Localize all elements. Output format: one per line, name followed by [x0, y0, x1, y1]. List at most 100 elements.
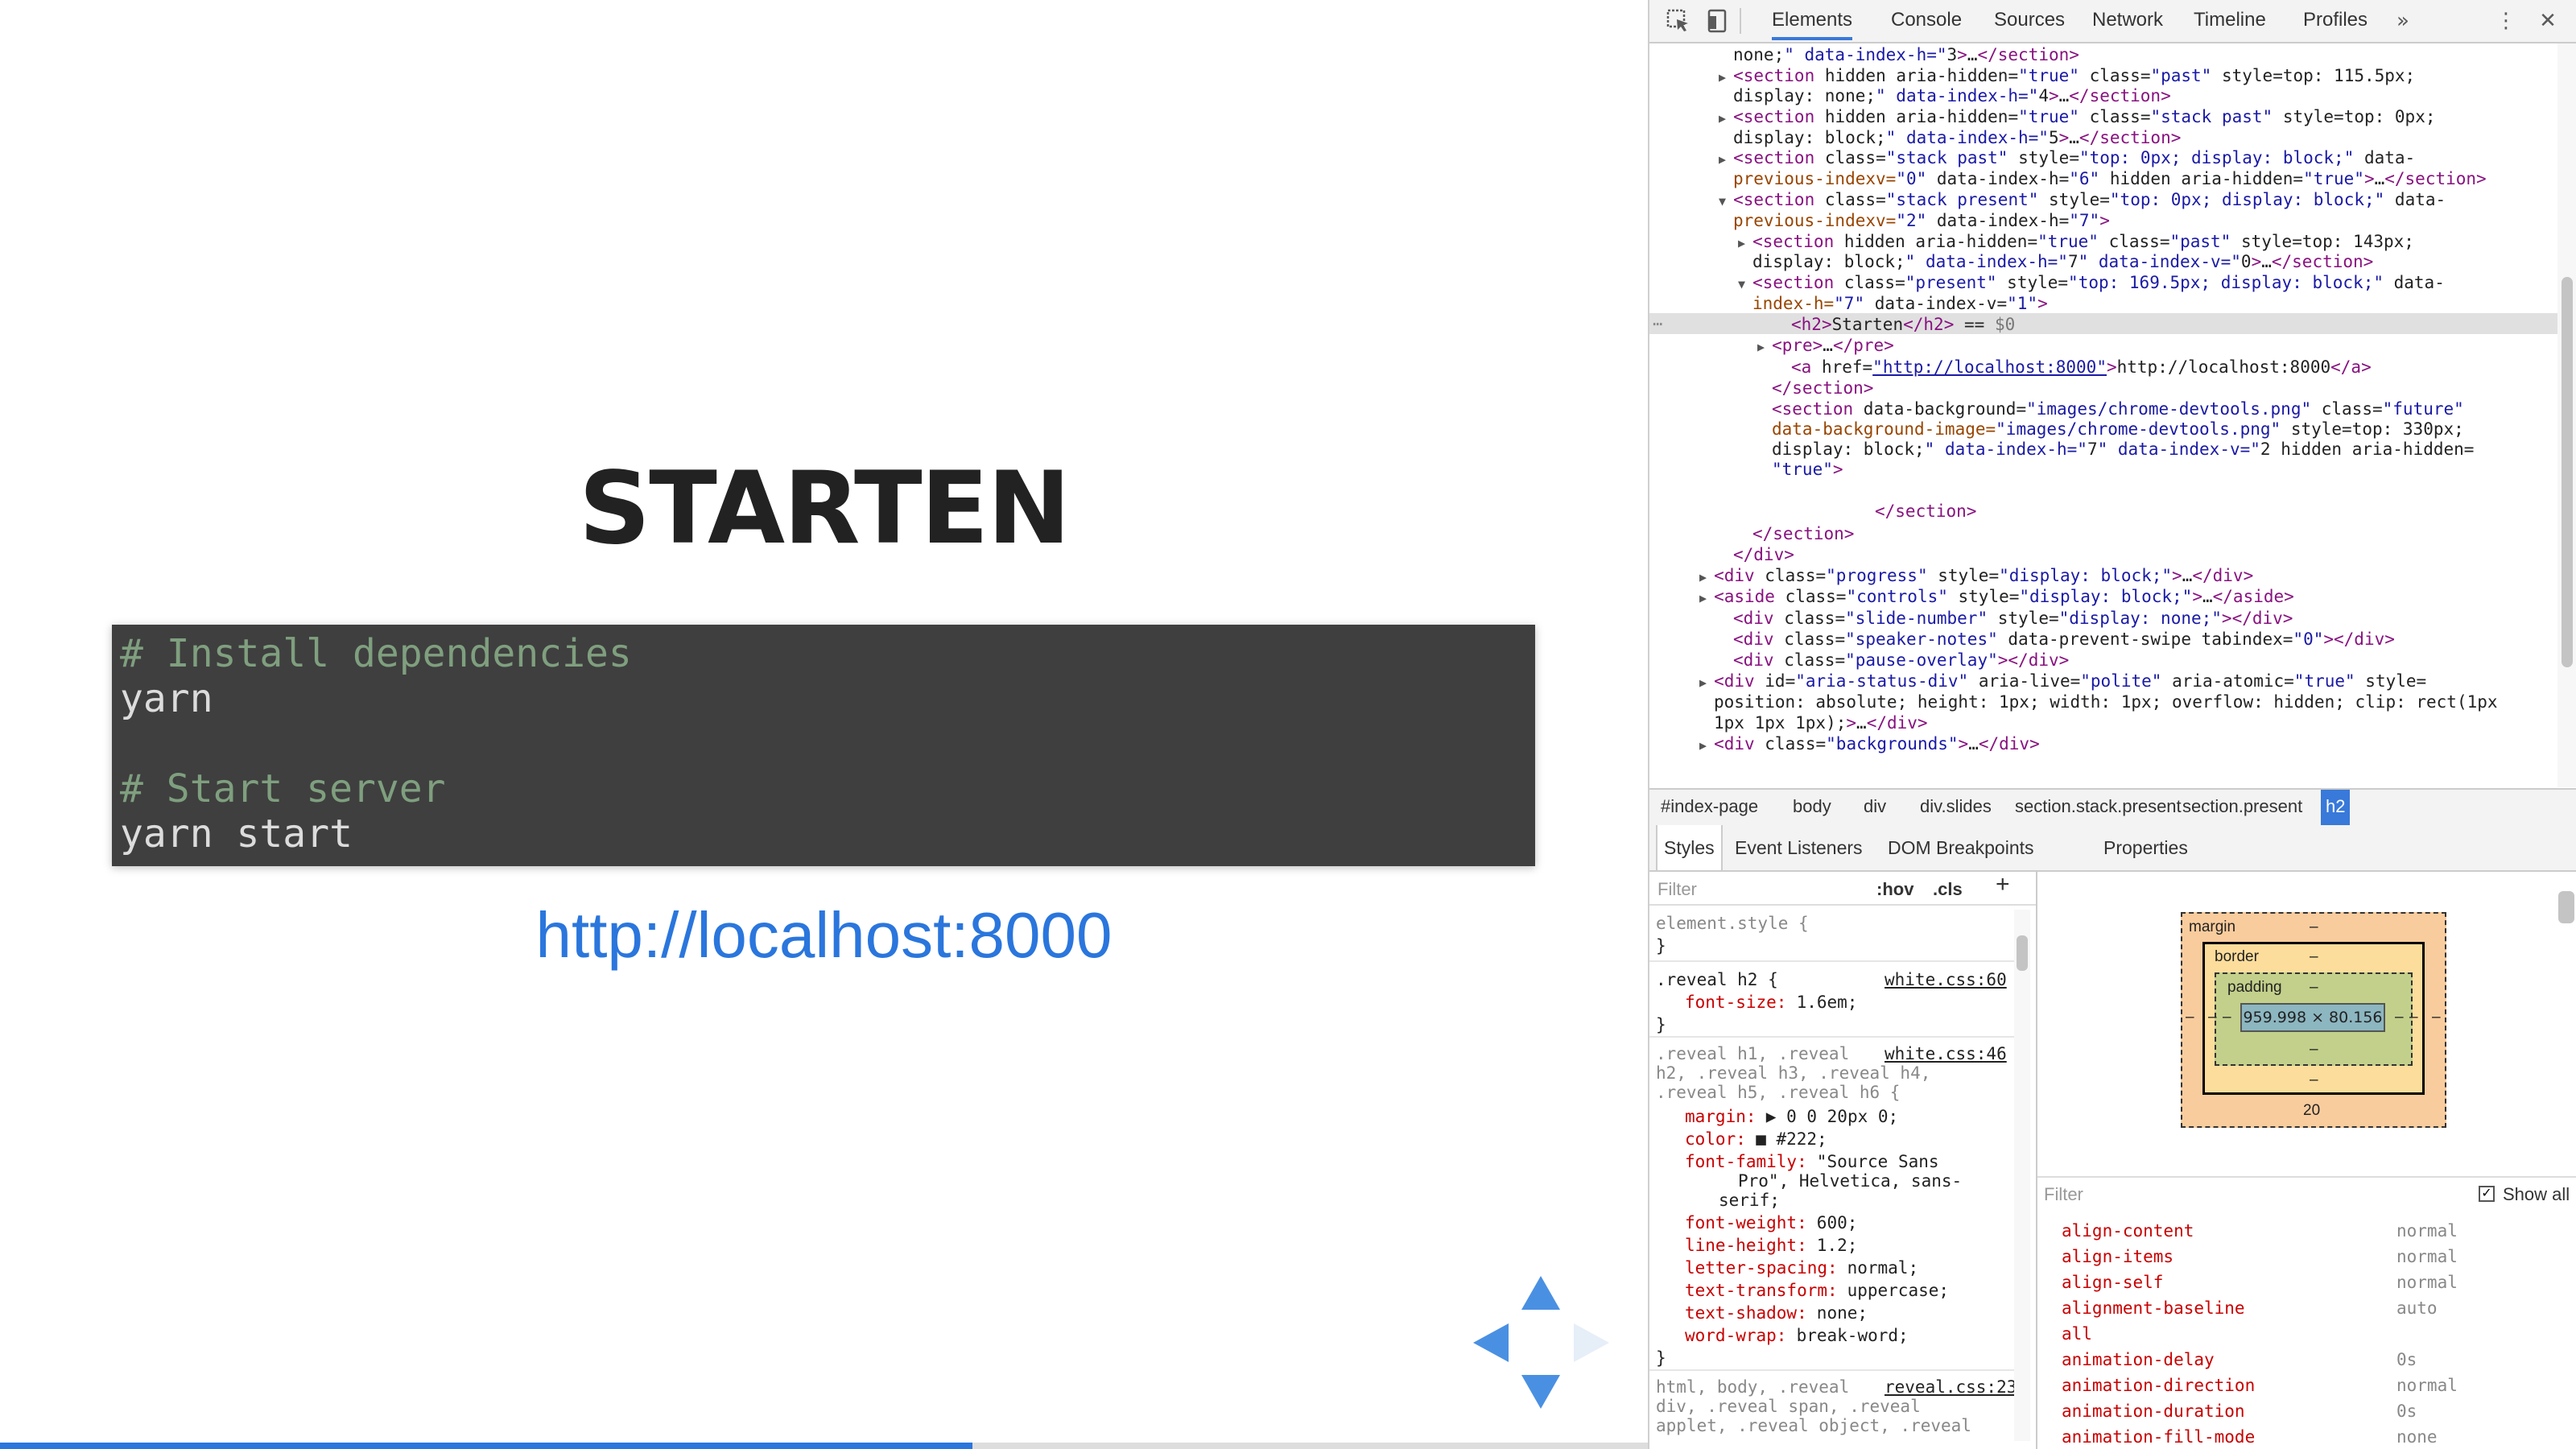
dom-node-line[interactable]: ▼ <section class="stack present" style="… [1719, 190, 2446, 213]
styles-scrollbar[interactable] [2014, 910, 2030, 1441]
dom-node-line[interactable]: ▶ <div id="aria-status-div" aria-live="p… [1699, 671, 2426, 694]
breadcrumb-h2[interactable]: h2 [2321, 790, 2351, 825]
close-icon[interactable]: ✕ [2535, 8, 2561, 34]
dom-node-line[interactable]: </div> [1733, 545, 1794, 566]
dom-token: > [1843, 524, 1855, 543]
dom-tree-scrollbar[interactable] [2557, 43, 2576, 787]
computed-property-row[interactable]: animation-duration 0s [2050, 1398, 2549, 1424]
nav-up-arrow-icon[interactable] [1521, 1276, 1560, 1310]
expand-arrow-icon[interactable]: ▶ [1699, 738, 1714, 753]
tab-sources[interactable]: Sources [1994, 0, 2065, 40]
add-rule-button[interactable]: + [1996, 873, 2010, 897]
styles-filter-input[interactable]: Filter [1657, 878, 1697, 901]
computed-property-row[interactable]: align-content normal [2050, 1218, 2549, 1244]
dom-node-line[interactable]: previous-indexv="0" data-index-h="6" hid… [1733, 169, 2487, 190]
dom-node-line[interactable]: <div class="slide-number" style="display… [1733, 609, 2293, 630]
tab-network[interactable]: Network [2092, 0, 2163, 40]
computed-property-row[interactable]: all [2050, 1321, 2549, 1347]
expand-arrow-icon[interactable]: ▶ [1719, 111, 1733, 126]
dom-node-line[interactable]: ▶ <section class="stack past" style="top… [1719, 148, 2415, 171]
sidebar-tab-properties[interactable]: Properties [2103, 825, 2188, 870]
computed-property-row[interactable]: align-self normal [2050, 1269, 2549, 1295]
dom-token: </div [1866, 713, 1918, 733]
expand-arrow-icon[interactable]: ▶ [1699, 570, 1714, 584]
computed-property-row[interactable]: alignment-baseline auto [2050, 1295, 2549, 1321]
computed-property-row[interactable]: animation-direction normal [2050, 1373, 2549, 1398]
computed-filter-input[interactable]: Filter [2044, 1184, 2083, 1205]
dom-node-line[interactable]: index-h="7" data-index-v="1"> [1752, 294, 2048, 315]
dom-tree-scroll-thumb[interactable] [2562, 277, 2573, 667]
expand-arrow-icon[interactable]: ▶ [1719, 152, 1733, 167]
rule-source-link[interactable]: white.css:60 [1885, 968, 2007, 991]
kebab-menu-icon[interactable]: ⋮ [2493, 8, 2519, 34]
device-mode-icon[interactable] [1704, 8, 1730, 34]
dom-node-line[interactable]: ▶ <div class="progress" style="display: … [1699, 566, 2253, 588]
dom-token [1954, 315, 1964, 334]
expand-arrow-icon[interactable]: ▶ [1757, 340, 1772, 354]
dom-node-line[interactable]: </section> [1875, 502, 1976, 522]
dom-node-line[interactable]: data-background-image="images/chrome-dev… [1772, 419, 2464, 440]
dom-node-line[interactable]: <a href="http://localhost:8000">http://l… [1791, 357, 2372, 378]
dom-node-line[interactable]: ▶ <section hidden aria-hidden="true" cla… [1719, 107, 2436, 130]
dom-node-line[interactable]: none;" data-index-h="3>…</section> [1733, 45, 2079, 66]
show-all-checkbox[interactable]: ✓ [2479, 1186, 2495, 1202]
tab-timeline[interactable]: Timeline [2194, 0, 2266, 40]
dom-tree[interactable]: ⋯ none;" data-index-h="3>…</section> ▶ <s… [1649, 43, 2557, 787]
more-tabs-icon[interactable]: » [2390, 8, 2416, 34]
expand-arrow-icon[interactable]: ▶ [1738, 236, 1752, 250]
breadcrumb-section-present[interactable]: section.present [2178, 790, 2307, 825]
dom-node-selected[interactable]: <h2>Starten</h2> == $0 [1791, 315, 2015, 336]
computed-property-row[interactable]: animation-fill-mode none [2050, 1424, 2549, 1449]
dom-node-line[interactable]: ▶ <section hidden aria-hidden="true" cla… [1719, 66, 2415, 89]
nav-left-arrow-icon[interactable] [1473, 1323, 1509, 1362]
show-all-label: Show all [2503, 1184, 2570, 1204]
dom-node-line[interactable]: display: block;" data-index-h="7" data-i… [1772, 440, 2474, 460]
breadcrumb-div[interactable]: div [1859, 790, 1891, 825]
dom-node-line[interactable]: previous-indexv="2" data-index-h="7"> [1733, 211, 2110, 232]
dom-node-line[interactable]: ▶ <div class="backgrounds">…</div> [1699, 734, 2040, 757]
nav-right-arrow-icon[interactable] [1574, 1323, 1609, 1362]
sidebar-tab-event-listeners[interactable]: Event Listeners [1735, 825, 1863, 870]
dom-node-line[interactable]: position: absolute; height: 1px; width: … [1714, 692, 2498, 713]
tab-console[interactable]: Console [1891, 0, 1962, 40]
dom-node-line[interactable]: <div class="speaker-notes" data-prevent-… [1733, 630, 2395, 650]
tab-profiles[interactable]: Profiles [2303, 0, 2368, 40]
computed-property-row[interactable]: align-items normal [2050, 1244, 2549, 1269]
collapse-arrow-icon[interactable]: ▼ [1738, 277, 1752, 291]
dom-node-line[interactable]: display: block;" data-index-h="5>…</sect… [1733, 128, 2181, 149]
computed-property-row[interactable]: animation-delay 0s [2050, 1347, 2549, 1373]
dom-node-line[interactable]: ▶ <aside class="controls" style="display… [1699, 587, 2294, 609]
dom-node-line[interactable]: <div class="pause-overlay"></div> [1733, 650, 2069, 671]
localhost-link[interactable]: http://localhost:8000 [0, 898, 1648, 972]
styles-scroll-thumb[interactable] [2017, 935, 2028, 971]
hov-toggle[interactable]: :hov [1876, 878, 1913, 901]
expand-arrow-icon[interactable]: ▶ [1699, 675, 1714, 690]
dom-node-line[interactable]: ▶ <section hidden aria-hidden="true" cla… [1738, 232, 2414, 254]
dom-node-line[interactable]: "true"> [1772, 460, 1843, 481]
dom-node-line[interactable]: display: none;" data-index-h="4>…</secti… [1733, 86, 2171, 107]
tab-elements[interactable]: Elements [1772, 0, 1853, 40]
breadcrumb-body[interactable]: body [1788, 790, 1836, 825]
collapse-arrow-icon[interactable]: ▼ [1719, 194, 1733, 208]
inspect-icon[interactable] [1666, 8, 1691, 34]
node-ellipsis-icon[interactable]: ⋯ [1653, 314, 1662, 335]
styles-pane: Filter :hov .cls + element.style {} .reve… [1649, 872, 2037, 1449]
dom-node-line[interactable]: </section> [1772, 378, 1873, 399]
expand-arrow-icon[interactable]: ▶ [1699, 591, 1714, 605]
dom-node-line[interactable]: </section> [1752, 524, 1854, 545]
expand-arrow-icon[interactable]: ▶ [1719, 70, 1733, 85]
dom-node-line[interactable]: 1px 1px 1px);>…</div> [1714, 713, 1928, 734]
dom-node-line[interactable]: <section data-background="images/chrome-… [1772, 399, 2464, 420]
breadcrumb--index-page[interactable]: #index-page [1656, 790, 1763, 825]
cls-toggle[interactable]: .cls [1933, 878, 1963, 901]
dom-token: class [1774, 587, 1836, 606]
sidebar-tab-styles[interactable]: Styles [1656, 825, 1723, 870]
breadcrumb-section-stack-present[interactable]: section.stack.present [2010, 790, 2186, 825]
dom-node-line[interactable]: ▶ <pre>…</pre> [1757, 336, 1894, 358]
sidebar-tab-dom-breakpoints[interactable]: DOM Breakpoints [1888, 825, 2034, 870]
nav-down-arrow-icon[interactable] [1521, 1375, 1560, 1409]
computed-scroll-thumb[interactable] [2558, 891, 2574, 923]
dom-node-line[interactable]: ▼ <section class="present" style="top: 1… [1738, 273, 2445, 295]
breadcrumb-div-slides[interactable]: div.slides [1915, 790, 1996, 825]
dom-node-line[interactable]: display: block;" data-index-h="7" data-i… [1752, 252, 2373, 273]
